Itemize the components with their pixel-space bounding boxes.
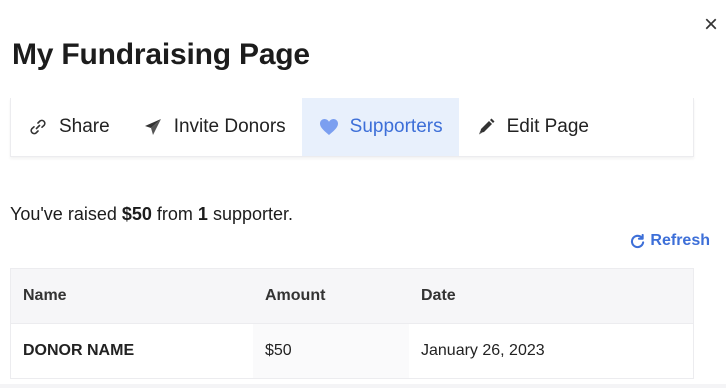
paper-plane-icon (142, 116, 164, 138)
tab-edit-page-label: Edit Page (506, 116, 590, 137)
tab-supporters[interactable]: Supporters (301, 98, 459, 156)
tab-invite-donors[interactable]: Invite Donors (126, 98, 302, 156)
pencil-icon (475, 116, 497, 138)
tab-bar: Share Invite Donors Supporters Edit Page (10, 98, 694, 157)
page-title: My Fundraising Page (12, 38, 310, 71)
heart-icon (318, 116, 340, 138)
refresh-icon (630, 233, 645, 249)
tab-share-label: Share (59, 116, 110, 137)
summary-prefix: You've raised (10, 204, 122, 224)
summary-amount: $50 (121, 204, 152, 224)
table-row: DONOR NAME $50 January 26, 2023 (11, 323, 693, 378)
summary-middle: from (151, 204, 198, 224)
tab-edit-page[interactable]: Edit Page (459, 98, 605, 156)
link-icon (27, 116, 49, 138)
header-name: Name (23, 287, 67, 304)
close-button[interactable]: × (704, 13, 722, 37)
table-header: Name Amount Date (11, 269, 693, 323)
cell-date: January 26, 2023 (421, 342, 545, 359)
tab-supporters-label: Supporters (349, 116, 443, 137)
summary-count: 1 (197, 204, 208, 224)
raised-summary: You've raised $50 from 1 supporter. (10, 204, 293, 225)
tab-share[interactable]: Share (11, 98, 126, 156)
summary-suffix: supporter. (207, 204, 293, 224)
refresh-label: Refresh (650, 232, 710, 249)
cell-name: DONOR NAME (23, 342, 135, 359)
header-amount: Amount (265, 287, 326, 304)
supporters-table: Name Amount Date DONOR NAME $50 January … (10, 268, 694, 379)
fundraising-modal: × My Fundraising Page Share Invite Donor… (0, 0, 726, 388)
refresh-button[interactable]: Refresh (630, 232, 710, 250)
header-date: Date (421, 287, 456, 304)
divider (0, 384, 726, 388)
tab-invite-donors-label: Invite Donors (173, 116, 286, 137)
cell-amount: $50 (253, 324, 409, 378)
